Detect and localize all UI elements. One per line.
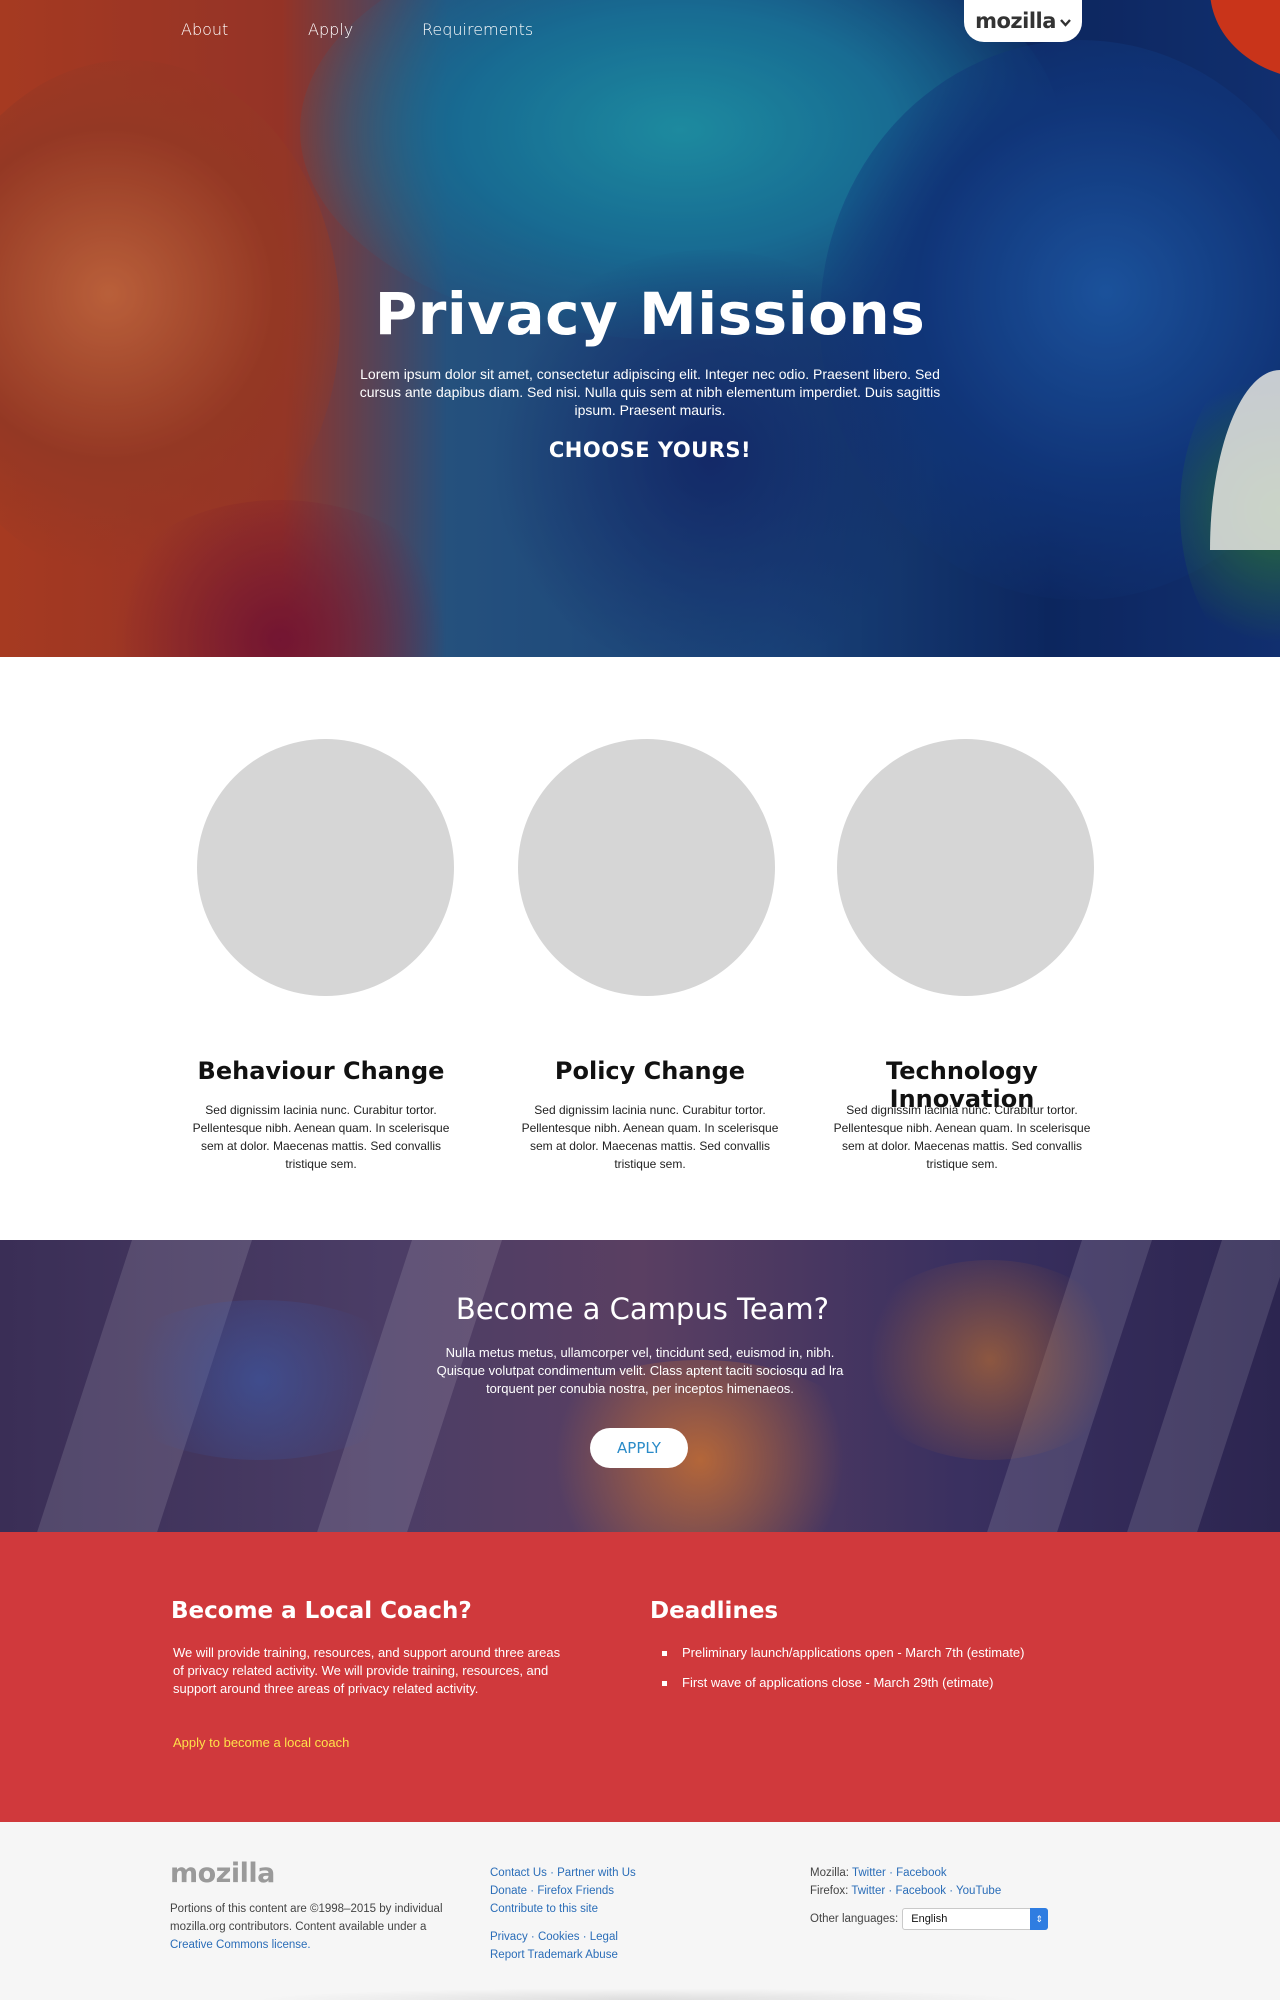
firefox-youtube-link[interactable]: YouTube <box>956 1885 1001 1897</box>
campus-team-banner: Become a Campus Team? Nulla metus metus,… <box>0 1240 1280 1532</box>
chevron-down-icon <box>1060 16 1071 30</box>
deadline-item: First wave of applications close - March… <box>662 1674 1025 1704</box>
firefox-social-label: Firefox: <box>810 1885 849 1897</box>
feature-image-placeholder <box>518 739 775 996</box>
footer-social: Mozilla: Twitter · Facebook Firefox: Twi… <box>810 1867 1002 1897</box>
hero-title: Privacy Missions <box>374 280 926 348</box>
apply-coach-link[interactable]: Apply to become a local coach <box>173 1735 349 1750</box>
feature-text: Sed dignissim lacinia nunc. Curabitur to… <box>192 1103 450 1171</box>
language-selector: Other languages: English ⇕ <box>810 1908 1049 1930</box>
deadline-item: Preliminary launch/applications open - M… <box>662 1644 1025 1674</box>
deadlines-title: Deadlines <box>650 1598 779 1624</box>
mission-features: Behaviour Change Sed dignissim lacinia n… <box>0 657 1280 1240</box>
coach-deadlines-section: Become a Local Coach? We will provide tr… <box>0 1532 1280 1822</box>
contact-us-link[interactable]: Contact Us <box>490 1867 547 1879</box>
mozilla-twitter-link[interactable]: Twitter <box>852 1867 886 1879</box>
campus-title: Become a Campus Team? <box>455 1292 830 1326</box>
feature-image-placeholder <box>197 739 454 996</box>
firefox-facebook-link[interactable]: Facebook <box>895 1885 946 1897</box>
firefox-friends-link[interactable]: Firefox Friends <box>537 1885 614 1897</box>
trademark-link[interactable]: Report Trademark Abuse <box>490 1949 618 1961</box>
deadlines-list: Preliminary launch/applications open - M… <box>662 1644 1025 1704</box>
legal-text: Portions of this content are ©1998–2015 … <box>170 1903 443 1933</box>
mozilla-facebook-link[interactable]: Facebook <box>896 1867 947 1879</box>
campus-photo-area <box>850 1260 1130 1460</box>
nav-requirements[interactable]: Requirements <box>422 20 533 39</box>
select-arrows-icon: ⇕ <box>1030 1908 1049 1930</box>
footer-links: Contact Us · Partner with Us Donate · Fi… <box>490 1867 636 1961</box>
nav-about[interactable]: About <box>181 20 228 39</box>
hero-banner: About Apply Requirements mozilla Privacy… <box>0 0 1280 657</box>
creative-commons-link[interactable]: Creative Commons license. <box>170 1939 311 1951</box>
feature-image-placeholder <box>837 739 1094 996</box>
contribute-link[interactable]: Contribute to this site <box>490 1903 598 1915</box>
coach-description: We will provide training, resources, and… <box>173 1645 561 1696</box>
hero-description: Lorem ipsum dolor sit amet, consectetur … <box>359 366 941 418</box>
mozilla-social-label: Mozilla: <box>810 1867 849 1879</box>
feature-title: Policy Change <box>554 1057 746 1085</box>
campus-description: Nulla metus metus, ullamcorper vel, tinc… <box>436 1345 844 1396</box>
firefox-twitter-link[interactable]: Twitter <box>851 1885 885 1897</box>
mozilla-tab[interactable]: mozilla <box>964 0 1082 42</box>
feature-text: Sed dignissim lacinia nunc. Curabitur to… <box>521 1103 779 1171</box>
language-selected: English <box>911 1913 948 1925</box>
hero-cta[interactable]: CHOOSE YOURS! <box>0 438 1280 462</box>
footer-mozilla-logo[interactable]: mozilla <box>170 1858 275 1889</box>
legal-link[interactable]: Legal <box>590 1931 618 1943</box>
coach-title: Become a Local Coach? <box>171 1598 472 1624</box>
feature-text: Sed dignissim lacinia nunc. Curabitur to… <box>833 1103 1091 1171</box>
language-select[interactable]: English ⇕ <box>902 1908 1049 1930</box>
apply-button[interactable]: APPLY <box>590 1428 688 1468</box>
nav-apply[interactable]: Apply <box>308 20 353 39</box>
feature-title: Behaviour Change <box>197 1057 445 1085</box>
site-footer: mozilla Portions of this content are ©19… <box>0 1822 1280 2000</box>
footer-shadow <box>250 1988 1030 2000</box>
main-nav: About Apply Requirements <box>0 20 1280 44</box>
footer-legal-text: Portions of this content are ©1998–2015 … <box>170 1900 470 1954</box>
cookies-link[interactable]: Cookies <box>538 1931 580 1943</box>
donate-link[interactable]: Donate <box>490 1885 527 1897</box>
privacy-link[interactable]: Privacy <box>490 1931 528 1943</box>
partner-link[interactable]: Partner with Us <box>557 1867 636 1879</box>
mozilla-wordmark: mozilla <box>975 9 1056 33</box>
language-label: Other languages: <box>810 1913 899 1925</box>
